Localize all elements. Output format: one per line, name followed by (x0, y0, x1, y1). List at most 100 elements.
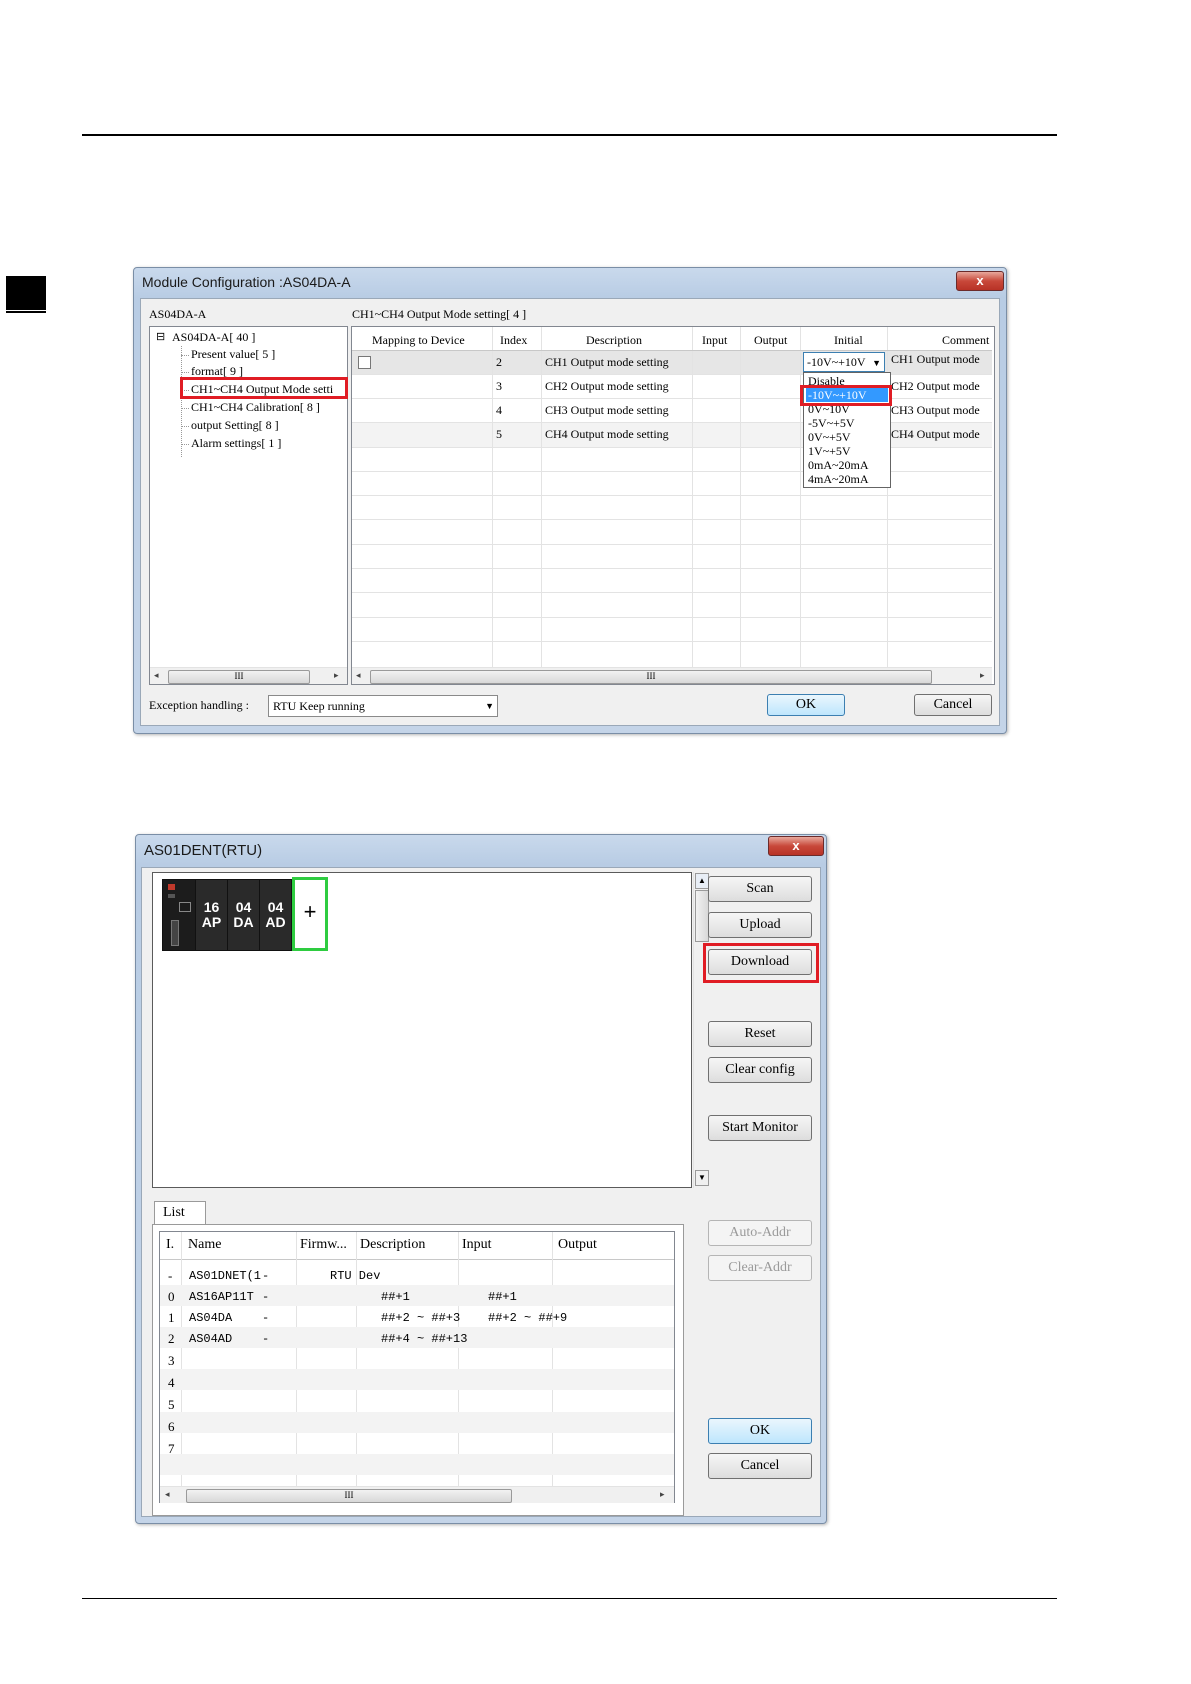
scroll-left-icon[interactable]: ◂ (165, 1489, 170, 1500)
col-index[interactable]: Index (500, 333, 527, 348)
col-comment[interactable]: Comment (942, 333, 989, 348)
col-divider (181, 1232, 182, 1486)
tab-label: List (163, 1205, 185, 1220)
tree-item-alarm-settings[interactable]: Alarm settings[ 1 ] (191, 436, 281, 451)
dropdown-option[interactable]: 1V~+5V (808, 444, 851, 459)
col-input[interactable]: Input (462, 1237, 492, 1253)
start-monitor-button[interactable]: Start Monitor (708, 1115, 812, 1141)
row-divider (352, 617, 992, 618)
exception-value: RTU Keep running (273, 699, 365, 713)
module-16ap[interactable]: 16 AP (195, 879, 228, 951)
col-index[interactable]: I. (166, 1237, 174, 1253)
col-output[interactable]: Output (754, 333, 787, 348)
close-icon[interactable]: x (956, 271, 1004, 291)
tree-item-present-value[interactable]: Present value[ 5 ] (191, 347, 275, 362)
scroll-left-icon[interactable]: ◂ (356, 670, 361, 681)
auto-addr-button[interactable]: Auto-Addr (708, 1220, 812, 1246)
row-firmware: - (262, 1269, 270, 1283)
scroll-right-icon[interactable]: ▸ (980, 670, 985, 681)
row-index: 5 (496, 427, 502, 441)
dropdown-option[interactable]: 0V~+5V (808, 430, 851, 445)
tree-hscrollbar[interactable]: ◂ III ▸ (150, 667, 347, 684)
col-name[interactable]: Name (188, 1237, 221, 1253)
reset-button[interactable]: Reset (708, 1021, 812, 1047)
col-divider (541, 327, 542, 667)
scan-button[interactable]: Scan (708, 876, 812, 902)
tree-expand-icon[interactable]: ⊟ (156, 330, 165, 343)
row-input: ##+2 ~ ##+9 (488, 1311, 568, 1325)
ok-button[interactable]: OK (767, 694, 845, 716)
scroll-thumb[interactable]: III (370, 670, 932, 684)
canvas-vscrollbar[interactable]: ▲ ▼ (693, 872, 709, 1188)
ok-button[interactable]: OK (708, 1418, 812, 1444)
scroll-up-icon[interactable]: ▲ (695, 873, 709, 889)
dropdown-option[interactable]: 0mA~20mA (808, 458, 869, 473)
rtu-window: AS01DENT(RTU) x 16 AP 04 DA 04 AD + ▲ ▼ … (135, 834, 827, 1524)
col-description[interactable]: Description (360, 1237, 425, 1253)
close-icon[interactable]: x (768, 836, 824, 856)
dropdown-arrow-icon[interactable]: ▼ (485, 701, 494, 711)
bottom-rule (82, 1598, 1057, 1599)
tree-item-calibration[interactable]: CH1~CH4 Calibration[ 8 ] (191, 400, 320, 415)
row-input: ##+1 (488, 1290, 517, 1304)
col-divider (692, 327, 693, 667)
cancel-button[interactable]: Cancel (708, 1453, 812, 1479)
col-divider (458, 1232, 459, 1486)
tree-item-output-setting[interactable]: output Setting[ 8 ] (191, 418, 279, 433)
row-divider (352, 471, 992, 472)
list-hscrollbar[interactable]: ◂ III ▸ (160, 1486, 674, 1503)
scroll-right-icon[interactable]: ▸ (660, 1489, 665, 1500)
upload-button[interactable]: Upload (708, 912, 812, 938)
col-divider (740, 327, 741, 667)
tree-branch (181, 426, 189, 427)
col-output[interactable]: Output (558, 1237, 597, 1253)
grid-hscrollbar[interactable]: ◂ III ▸ (352, 667, 992, 684)
scroll-thumb[interactable]: III (168, 670, 310, 684)
row-description: CH3 Output mode setting (545, 403, 669, 417)
tree-root[interactable]: AS04DA-A[ 40 ] (172, 330, 255, 345)
initial-value: -10V~+10V (807, 355, 866, 369)
dropdown-option[interactable]: -5V~+5V (808, 416, 855, 431)
scroll-thumb[interactable]: III (186, 1489, 512, 1503)
tree-branch (181, 408, 189, 409)
row-index: 3 (168, 1353, 175, 1368)
exception-select[interactable]: RTU Keep running ▼ (268, 695, 498, 717)
mapping-checkbox[interactable] (358, 356, 371, 369)
tree-header: AS04DA-A (149, 307, 207, 321)
col-initial[interactable]: Initial (834, 333, 863, 348)
cancel-button[interactable]: Cancel (914, 694, 992, 716)
add-module-button[interactable]: + (292, 877, 328, 951)
col-description[interactable]: Description (586, 333, 642, 348)
tree-branch (181, 372, 189, 373)
scroll-left-icon[interactable]: ◂ (154, 670, 159, 681)
port-icon (179, 902, 191, 912)
chapter-tab-marker (6, 276, 46, 310)
row-index: 6 (168, 1419, 175, 1434)
module-bottom-label: AD (265, 914, 286, 930)
module-04da[interactable]: 04 DA (227, 879, 260, 951)
scroll-thumb[interactable] (695, 890, 709, 942)
led-icon (168, 884, 175, 890)
col-firmware[interactable]: Firmw... (300, 1237, 347, 1253)
module-04ad[interactable]: 04 AD (259, 879, 292, 951)
row-description: CH4 Output mode setting (545, 427, 669, 441)
dnet-module[interactable] (162, 879, 196, 951)
tab-list[interactable]: List (154, 1201, 206, 1226)
col-mapping[interactable]: Mapping to Device (372, 333, 465, 348)
clear-config-button[interactable]: Clear config (708, 1057, 812, 1083)
dropdown-option[interactable]: 4mA~20mA (808, 472, 869, 487)
clear-addr-button[interactable]: Clear-Addr (708, 1255, 812, 1281)
row-index: 2 (496, 355, 502, 369)
col-divider (552, 1232, 553, 1486)
row-comment: CH3 Output mode (891, 403, 980, 417)
module-top-label: 04 (267, 899, 284, 915)
module-configuration-window: Module Configuration :AS04DA-A x AS04DA-… (133, 267, 1007, 734)
tree-branch (181, 355, 189, 356)
window-title: Module Configuration :AS04DA-A (142, 274, 351, 290)
highlight-download-button (703, 943, 819, 983)
scroll-right-icon[interactable]: ▸ (334, 670, 339, 681)
scroll-down-icon[interactable]: ▼ (695, 1170, 709, 1186)
dropdown-arrow-icon[interactable]: ▼ (872, 358, 881, 368)
initial-value-select[interactable]: -10V~+10V ▼ (803, 352, 885, 372)
col-input[interactable]: Input (702, 333, 727, 348)
